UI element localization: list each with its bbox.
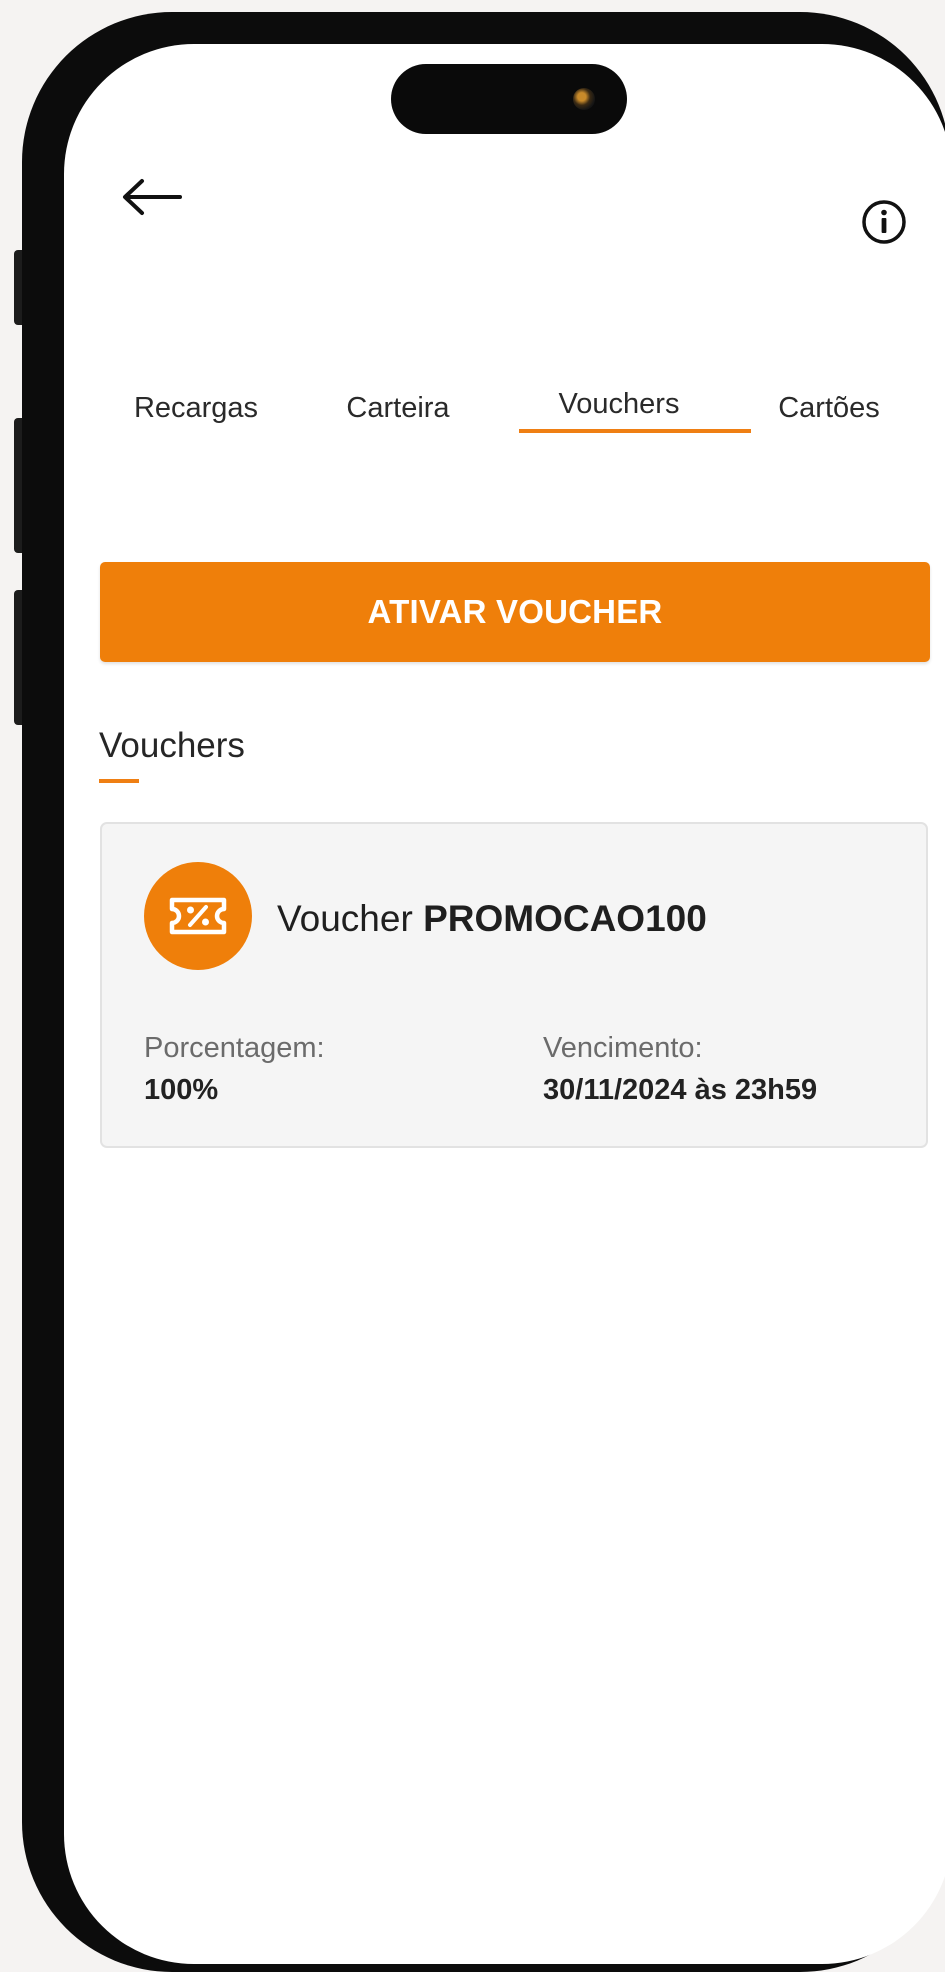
camera-icon	[573, 88, 595, 110]
ticket-percent-icon	[169, 897, 227, 935]
tab-bar: Recargas Carteira Vouchers Cartões	[64, 374, 945, 464]
percentage-value: 100%	[144, 1074, 219, 1106]
tab-vouchers[interactable]: Vouchers	[543, 388, 695, 421]
expiry-label: Vencimento:	[543, 1032, 703, 1064]
active-tab-indicator	[519, 429, 751, 433]
voucher-icon-badge	[144, 862, 252, 970]
expiry-value: 30/11/2024 às 23h59	[543, 1074, 818, 1106]
section-title-underline	[99, 779, 139, 783]
tab-cartoes[interactable]: Cartões	[762, 392, 896, 425]
voucher-card[interactable]: Voucher PROMOCAO100 Porcentagem: 100% Ve…	[100, 822, 928, 1148]
info-button[interactable]	[858, 196, 910, 248]
activate-voucher-button[interactable]: ATIVAR VOUCHER	[100, 562, 930, 662]
back-button[interactable]	[116, 162, 186, 232]
dynamic-island	[391, 64, 627, 134]
voucher-title-prefix: Voucher	[277, 898, 413, 939]
arrow-left-icon	[123, 179, 182, 215]
section-title: Vouchers	[99, 726, 245, 765]
voucher-title: Voucher PROMOCAO100	[277, 898, 707, 940]
percentage-label: Porcentagem:	[144, 1032, 325, 1064]
tab-recargas[interactable]: Recargas	[120, 392, 272, 425]
tab-carteira[interactable]: Carteira	[322, 392, 474, 425]
phone-frame: Recargas Carteira Vouchers Cartões ATIVA…	[22, 12, 945, 1972]
app-screen: Recargas Carteira Vouchers Cartões ATIVA…	[64, 44, 945, 1964]
voucher-code: PROMOCAO100	[423, 898, 707, 939]
info-circle-icon	[862, 200, 906, 244]
